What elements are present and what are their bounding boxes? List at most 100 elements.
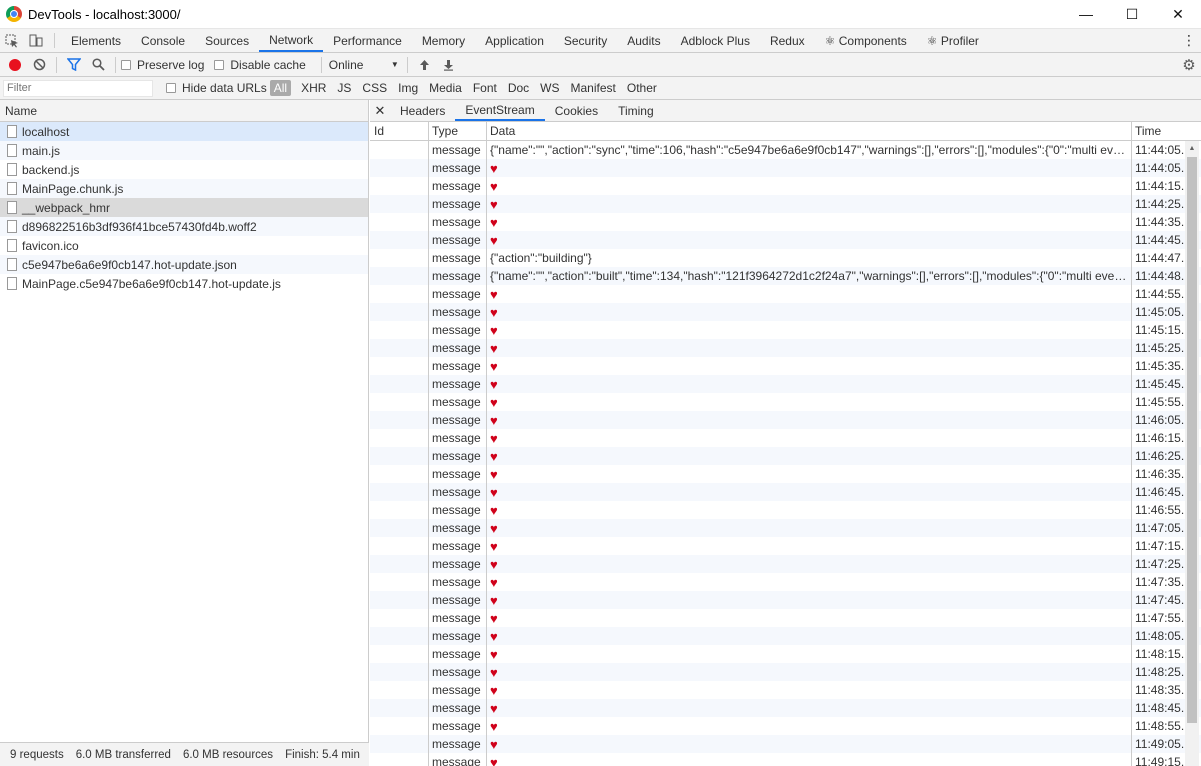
device-toolbar-icon[interactable] xyxy=(24,29,48,52)
scrollbar[interactable]: ▲ xyxy=(1185,141,1199,766)
tab-performance[interactable]: Performance xyxy=(323,29,412,52)
event-row[interactable]: message ♥ 11:44:55... xyxy=(370,285,1201,303)
event-row[interactable]: message ♥ 11:46:55... xyxy=(370,501,1201,519)
filter-type-manifest[interactable]: Manifest xyxy=(567,80,620,96)
export-har-icon[interactable] xyxy=(437,59,461,71)
clear-icon[interactable] xyxy=(27,58,51,71)
request-row[interactable]: backend.js xyxy=(0,160,368,179)
tab-network[interactable]: Network xyxy=(259,29,324,52)
filter-type-img[interactable]: Img xyxy=(394,80,422,96)
tab-console[interactable]: Console xyxy=(131,29,195,52)
tab-components[interactable]: ⚛ Components xyxy=(815,29,917,52)
event-row[interactable]: message ♥ 11:47:25... xyxy=(370,555,1201,573)
disable-cache-check[interactable] xyxy=(214,59,225,70)
tab-security[interactable]: Security xyxy=(554,29,617,52)
filter-type-xhr[interactable]: XHR xyxy=(297,80,330,96)
event-row[interactable]: message ♥ 11:48:25... xyxy=(370,663,1201,681)
event-row[interactable]: message ♥ 11:47:45... xyxy=(370,591,1201,609)
tab-redux[interactable]: Redux xyxy=(760,29,815,52)
hide-data-urls-checkbox[interactable]: Hide data URLs xyxy=(166,81,267,95)
event-row[interactable]: message {"name":"","action":"built","time… xyxy=(370,267,1201,285)
event-row[interactable]: message ♥ 11:46:25... xyxy=(370,447,1201,465)
event-row[interactable]: message ♥ 11:45:05... xyxy=(370,303,1201,321)
record-icon[interactable] xyxy=(9,58,21,71)
filter-type-media[interactable]: Media xyxy=(425,80,466,96)
event-row[interactable]: message ♥ 11:45:55... xyxy=(370,393,1201,411)
maximize-button[interactable]: ☐ xyxy=(1109,0,1155,29)
request-row[interactable]: favicon.ico xyxy=(0,236,368,255)
tab-profiler[interactable]: ⚛ Profiler xyxy=(917,29,989,52)
request-row[interactable]: c5e947be6a6e9f0cb147.hot-update.json xyxy=(0,255,368,274)
disable-cache-checkbox[interactable]: Disable cache xyxy=(214,58,306,72)
close-window-button[interactable]: ✕ xyxy=(1155,0,1201,29)
kebab-menu-icon[interactable]: ⋮ xyxy=(1177,29,1201,52)
event-row[interactable]: message ♥ 11:47:15... xyxy=(370,537,1201,555)
event-row[interactable]: message {"action":"building"} 11:44:47... xyxy=(370,249,1201,267)
tab-application[interactable]: Application xyxy=(475,29,554,52)
filter-type-js[interactable]: JS xyxy=(333,80,355,96)
request-row[interactable]: d896822516b3df936f41bce57430fd4b.woff2 xyxy=(0,217,368,236)
scrollbar-thumb[interactable] xyxy=(1187,157,1197,723)
event-row[interactable]: message ♥ 11:48:15... xyxy=(370,645,1201,663)
event-row[interactable]: message ♥ 11:44:05... xyxy=(370,159,1201,177)
tab-memory[interactable]: Memory xyxy=(412,29,475,52)
event-row[interactable]: message ♥ 11:45:15... xyxy=(370,321,1201,339)
data-column-header[interactable]: Data xyxy=(487,122,1132,140)
preserve-log-check[interactable] xyxy=(121,59,131,70)
filter-type-all[interactable]: All xyxy=(269,80,292,96)
tab-adblock-plus[interactable]: Adblock Plus xyxy=(671,29,760,52)
filter-type-other[interactable]: Other xyxy=(623,80,661,96)
event-row[interactable]: message ♥ 11:46:45... xyxy=(370,483,1201,501)
event-row[interactable]: message ♥ 11:47:55... xyxy=(370,609,1201,627)
minimize-button[interactable]: — xyxy=(1063,0,1109,29)
filter-type-ws[interactable]: WS xyxy=(536,80,563,96)
filter-input[interactable] xyxy=(3,79,153,97)
request-row[interactable]: MainPage.c5e947be6a6e9f0cb147.hot-update… xyxy=(0,274,368,293)
filter-icon[interactable] xyxy=(62,58,86,71)
inspect-icon[interactable] xyxy=(0,29,24,52)
tab-elements[interactable]: Elements xyxy=(61,29,131,52)
event-row[interactable]: message ♥ 11:45:35... xyxy=(370,357,1201,375)
tab-sources[interactable]: Sources xyxy=(195,29,259,52)
event-row[interactable]: message ♥ 11:48:45... xyxy=(370,699,1201,717)
close-icon[interactable]: ✕ xyxy=(370,100,390,121)
event-row[interactable]: message ♥ 11:44:45... xyxy=(370,231,1201,249)
event-row[interactable]: message ♥ 11:44:25... xyxy=(370,195,1201,213)
filter-type-doc[interactable]: Doc xyxy=(504,80,533,96)
throttling-select[interactable]: Online ▼ xyxy=(329,58,399,72)
event-row[interactable]: message ♥ 11:45:45... xyxy=(370,375,1201,393)
event-row[interactable]: message ♥ 11:46:15... xyxy=(370,429,1201,447)
event-row[interactable]: message ♥ 11:45:25... xyxy=(370,339,1201,357)
tab-audits[interactable]: Audits xyxy=(617,29,670,52)
name-column-header[interactable]: Name xyxy=(0,100,368,122)
event-row[interactable]: message ♥ 11:47:35... xyxy=(370,573,1201,591)
hide-data-urls-check[interactable] xyxy=(166,83,176,93)
event-row[interactable]: message ♥ 11:44:15... xyxy=(370,177,1201,195)
event-row[interactable]: message ♥ 11:44:35... xyxy=(370,213,1201,231)
scroll-up-icon[interactable]: ▲ xyxy=(1185,141,1199,155)
request-row[interactable]: localhost xyxy=(0,122,368,141)
search-icon[interactable] xyxy=(86,58,110,71)
time-column-header[interactable]: Time xyxy=(1132,122,1187,140)
import-har-icon[interactable] xyxy=(413,59,437,71)
event-row[interactable]: message ♥ 11:48:35... xyxy=(370,681,1201,699)
event-row[interactable]: message ♥ 11:47:05... xyxy=(370,519,1201,537)
event-row[interactable]: message {"name":"","action":"sync","time"… xyxy=(370,141,1201,159)
type-column-header[interactable]: Type xyxy=(429,122,487,140)
gear-icon[interactable]: ⚙ xyxy=(1177,56,1201,74)
filter-type-font[interactable]: Font xyxy=(469,80,501,96)
request-row[interactable]: main.js xyxy=(0,141,368,160)
request-row[interactable]: MainPage.chunk.js xyxy=(0,179,368,198)
event-row[interactable]: message ♥ 11:48:05... xyxy=(370,627,1201,645)
id-column-header[interactable]: Id xyxy=(370,122,429,140)
event-row[interactable]: message ♥ 11:48:55... xyxy=(370,717,1201,735)
tab-timing[interactable]: Timing xyxy=(608,100,664,121)
event-row[interactable]: message ♥ 11:49:05... xyxy=(370,735,1201,753)
event-row[interactable]: message ♥ 11:46:05... xyxy=(370,411,1201,429)
preserve-log-checkbox[interactable]: Preserve log xyxy=(121,58,204,72)
request-row[interactable]: __webpack_hmr xyxy=(0,198,368,217)
tab-cookies[interactable]: Cookies xyxy=(545,100,608,121)
event-row[interactable]: message ♥ 11:49:15... xyxy=(370,753,1201,766)
tab-headers[interactable]: Headers xyxy=(390,100,455,121)
event-row[interactable]: message ♥ 11:46:35... xyxy=(370,465,1201,483)
